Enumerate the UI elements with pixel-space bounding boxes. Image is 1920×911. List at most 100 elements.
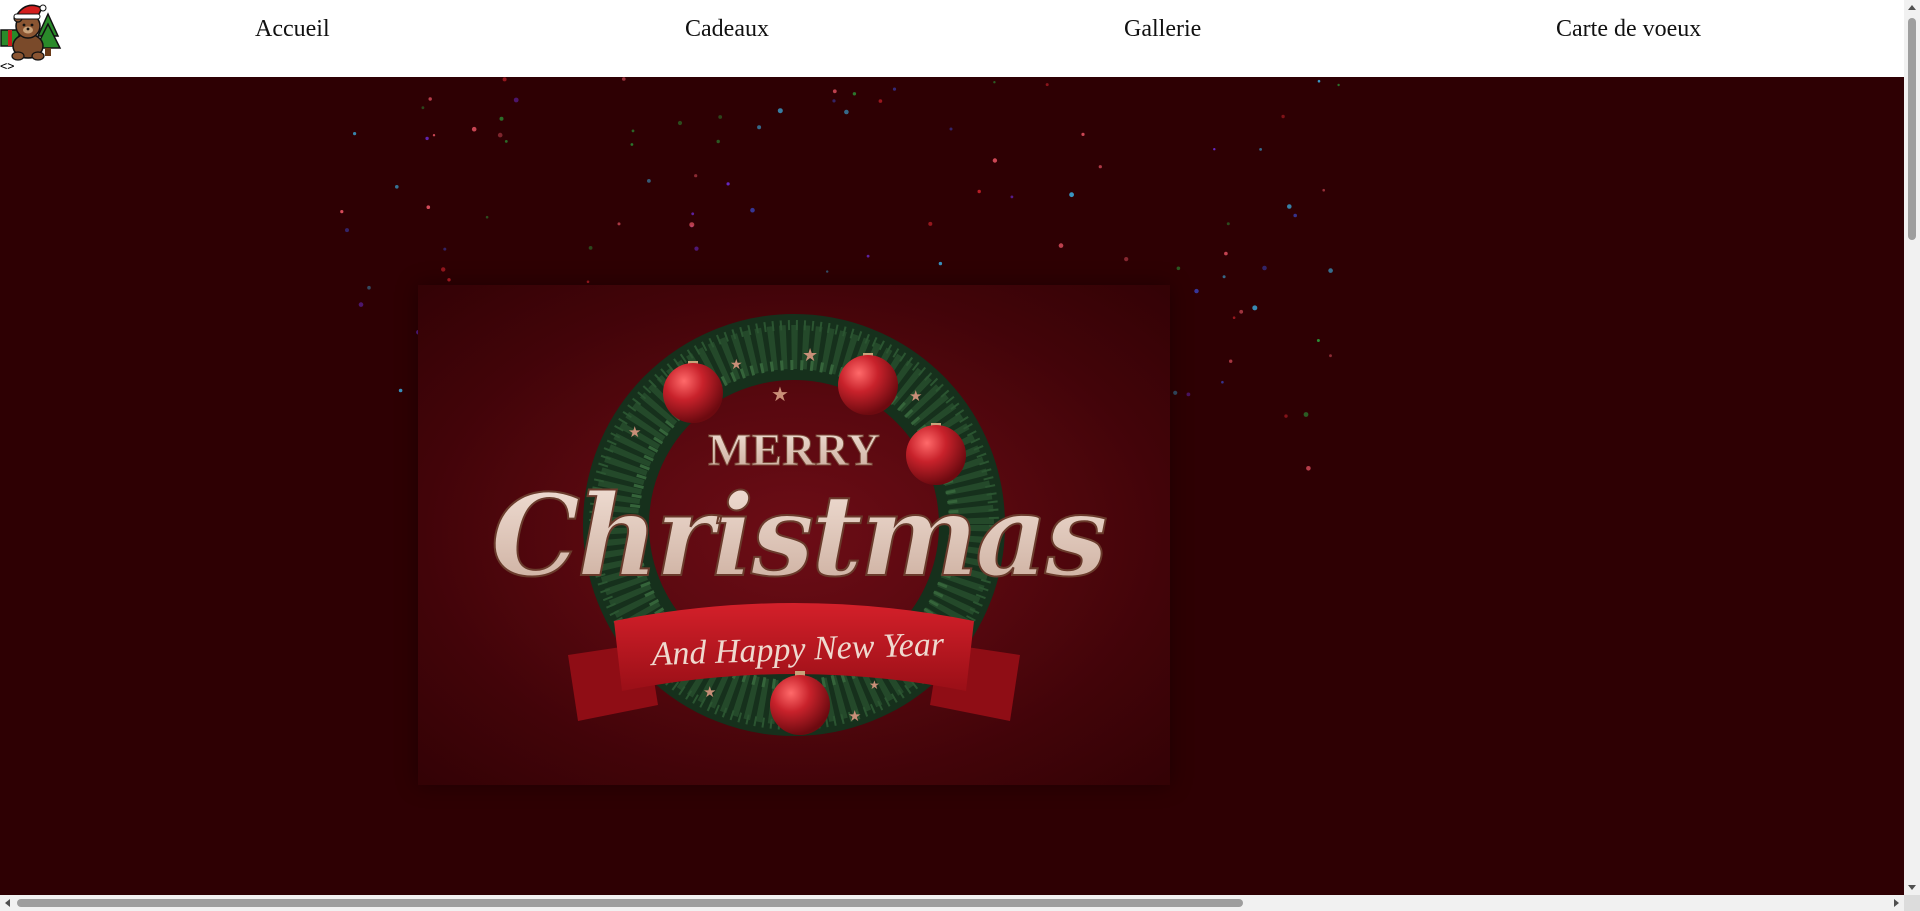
confetti-dot bbox=[993, 81, 996, 84]
confetti-dot bbox=[826, 270, 829, 273]
confetti-dot bbox=[1303, 412, 1309, 417]
confetti-dot bbox=[777, 108, 783, 114]
scroll-left-arrow-icon[interactable] bbox=[0, 895, 16, 911]
nav-link-gallerie[interactable]: Gallerie bbox=[1124, 16, 1201, 43]
confetti-dot bbox=[499, 116, 504, 121]
confetti-dot bbox=[852, 92, 857, 96]
confetti-dot bbox=[1221, 380, 1224, 384]
confetti-dot bbox=[1322, 188, 1325, 192]
confetti-dot bbox=[1232, 316, 1236, 319]
nav-link-accueil[interactable]: Accueil bbox=[255, 16, 330, 43]
confetti-dot bbox=[1281, 114, 1285, 119]
confetti-dot bbox=[866, 254, 870, 258]
confetti-dot bbox=[1229, 359, 1233, 363]
nav-link-carte-de-voeux[interactable]: Carte de voeux bbox=[1556, 16, 1701, 43]
confetti-dot bbox=[718, 115, 723, 119]
confetti-dot bbox=[1045, 83, 1049, 87]
confetti-dot bbox=[630, 143, 634, 146]
horizontal-scroll-thumb[interactable] bbox=[17, 899, 1243, 907]
confetti-dot bbox=[938, 261, 943, 266]
confetti-dot bbox=[1262, 265, 1267, 271]
confetti-dot bbox=[977, 189, 981, 194]
confetti-dot bbox=[694, 174, 698, 178]
svg-text:★: ★ bbox=[909, 389, 922, 405]
confetti-dot bbox=[844, 109, 849, 115]
confetti-dot bbox=[694, 246, 699, 251]
confetti-dot bbox=[832, 99, 836, 103]
confetti-dot bbox=[471, 126, 477, 132]
confetti-dot bbox=[617, 222, 621, 226]
confetti-dot bbox=[1224, 251, 1228, 256]
confetti-dot bbox=[441, 267, 446, 272]
svg-text:★: ★ bbox=[628, 425, 641, 441]
confetti-dot bbox=[631, 129, 635, 133]
svg-text:★: ★ bbox=[869, 678, 880, 692]
confetti-dot bbox=[395, 185, 399, 189]
confetti-dot bbox=[447, 278, 451, 282]
confetti-dot bbox=[513, 97, 519, 103]
confetti-dot bbox=[345, 228, 349, 233]
confetti-dot bbox=[1081, 132, 1085, 136]
confetti-dot bbox=[502, 77, 507, 82]
confetti-dot bbox=[1069, 192, 1074, 198]
confetti-dot bbox=[1010, 195, 1014, 199]
confetti-dot bbox=[1306, 466, 1311, 471]
scroll-down-arrow-icon[interactable] bbox=[1904, 879, 1920, 895]
confetti-dot bbox=[428, 97, 432, 101]
confetti-dot bbox=[443, 247, 447, 251]
scrollbar-corner bbox=[1904, 895, 1920, 911]
confetti-dot bbox=[1222, 275, 1226, 279]
svg-text:★: ★ bbox=[771, 384, 789, 406]
confetti-dot bbox=[1239, 309, 1244, 314]
confetti-dot bbox=[892, 87, 897, 91]
confetti-dot bbox=[1173, 390, 1178, 395]
confetti-dot bbox=[1058, 243, 1064, 248]
horizontal-scrollbar[interactable] bbox=[0, 895, 1904, 911]
confetti-dot bbox=[1328, 268, 1333, 273]
confetti-dot bbox=[1259, 148, 1262, 151]
confetti-dot bbox=[367, 285, 371, 290]
confetti-dot bbox=[1226, 222, 1230, 226]
confetti-dot bbox=[832, 89, 837, 94]
confetti-dot bbox=[353, 132, 357, 136]
nav-link-cadeaux[interactable]: Cadeaux bbox=[685, 16, 769, 43]
code-toggle-glyph[interactable]: <> bbox=[0, 60, 14, 72]
confetti-dot bbox=[1284, 414, 1288, 418]
confetti-dot bbox=[1317, 79, 1321, 83]
confetti-dot bbox=[1316, 339, 1320, 342]
confetti-dot bbox=[992, 158, 998, 163]
christmas-greeting-card: ★ ★ ★ ★ ★ ★ ★ ★ MERRY Christmas And Happ… bbox=[418, 285, 1170, 785]
confetti-dot bbox=[426, 205, 431, 209]
confetti-dot bbox=[1329, 354, 1332, 358]
confetti-dot bbox=[421, 106, 425, 110]
teddy-bear-logo-icon[interactable] bbox=[0, 0, 62, 62]
confetti-dot bbox=[1176, 266, 1181, 271]
confetti-dot bbox=[1194, 288, 1199, 294]
confetti-dot bbox=[1098, 165, 1102, 169]
card-line-merry: MERRY bbox=[708, 424, 880, 475]
top-navigation-bar: <> Accueil Cadeaux Gallerie Carte de voe… bbox=[0, 0, 1904, 78]
confetti-dot bbox=[1252, 305, 1258, 311]
scroll-up-arrow-icon[interactable] bbox=[1904, 0, 1920, 16]
confetti-dot bbox=[1213, 148, 1216, 151]
confetti-dot bbox=[432, 134, 436, 137]
confetti-dot bbox=[398, 388, 403, 393]
svg-text:★: ★ bbox=[802, 345, 818, 365]
confetti-dot bbox=[691, 212, 695, 216]
svg-text:★: ★ bbox=[730, 358, 743, 373]
confetti-dot bbox=[1124, 257, 1129, 262]
confetti-dot bbox=[878, 99, 883, 103]
confetti-dot bbox=[949, 127, 953, 131]
confetti-dot bbox=[1337, 83, 1340, 87]
confetti-dot bbox=[425, 136, 429, 141]
vertical-scrollbar[interactable] bbox=[1904, 0, 1920, 895]
main-content: ★ ★ ★ ★ ★ ★ ★ ★ MERRY Christmas And Happ… bbox=[0, 77, 1904, 894]
scroll-right-arrow-icon[interactable] bbox=[1888, 895, 1904, 911]
vertical-scroll-thumb[interactable] bbox=[1908, 18, 1916, 240]
svg-text:★: ★ bbox=[848, 709, 861, 725]
svg-text:★: ★ bbox=[703, 685, 716, 701]
confetti-dot bbox=[716, 139, 720, 144]
confetti-dot bbox=[928, 221, 933, 226]
confetti-dot bbox=[497, 132, 503, 138]
card-line-christmas: Christmas bbox=[491, 471, 1106, 602]
